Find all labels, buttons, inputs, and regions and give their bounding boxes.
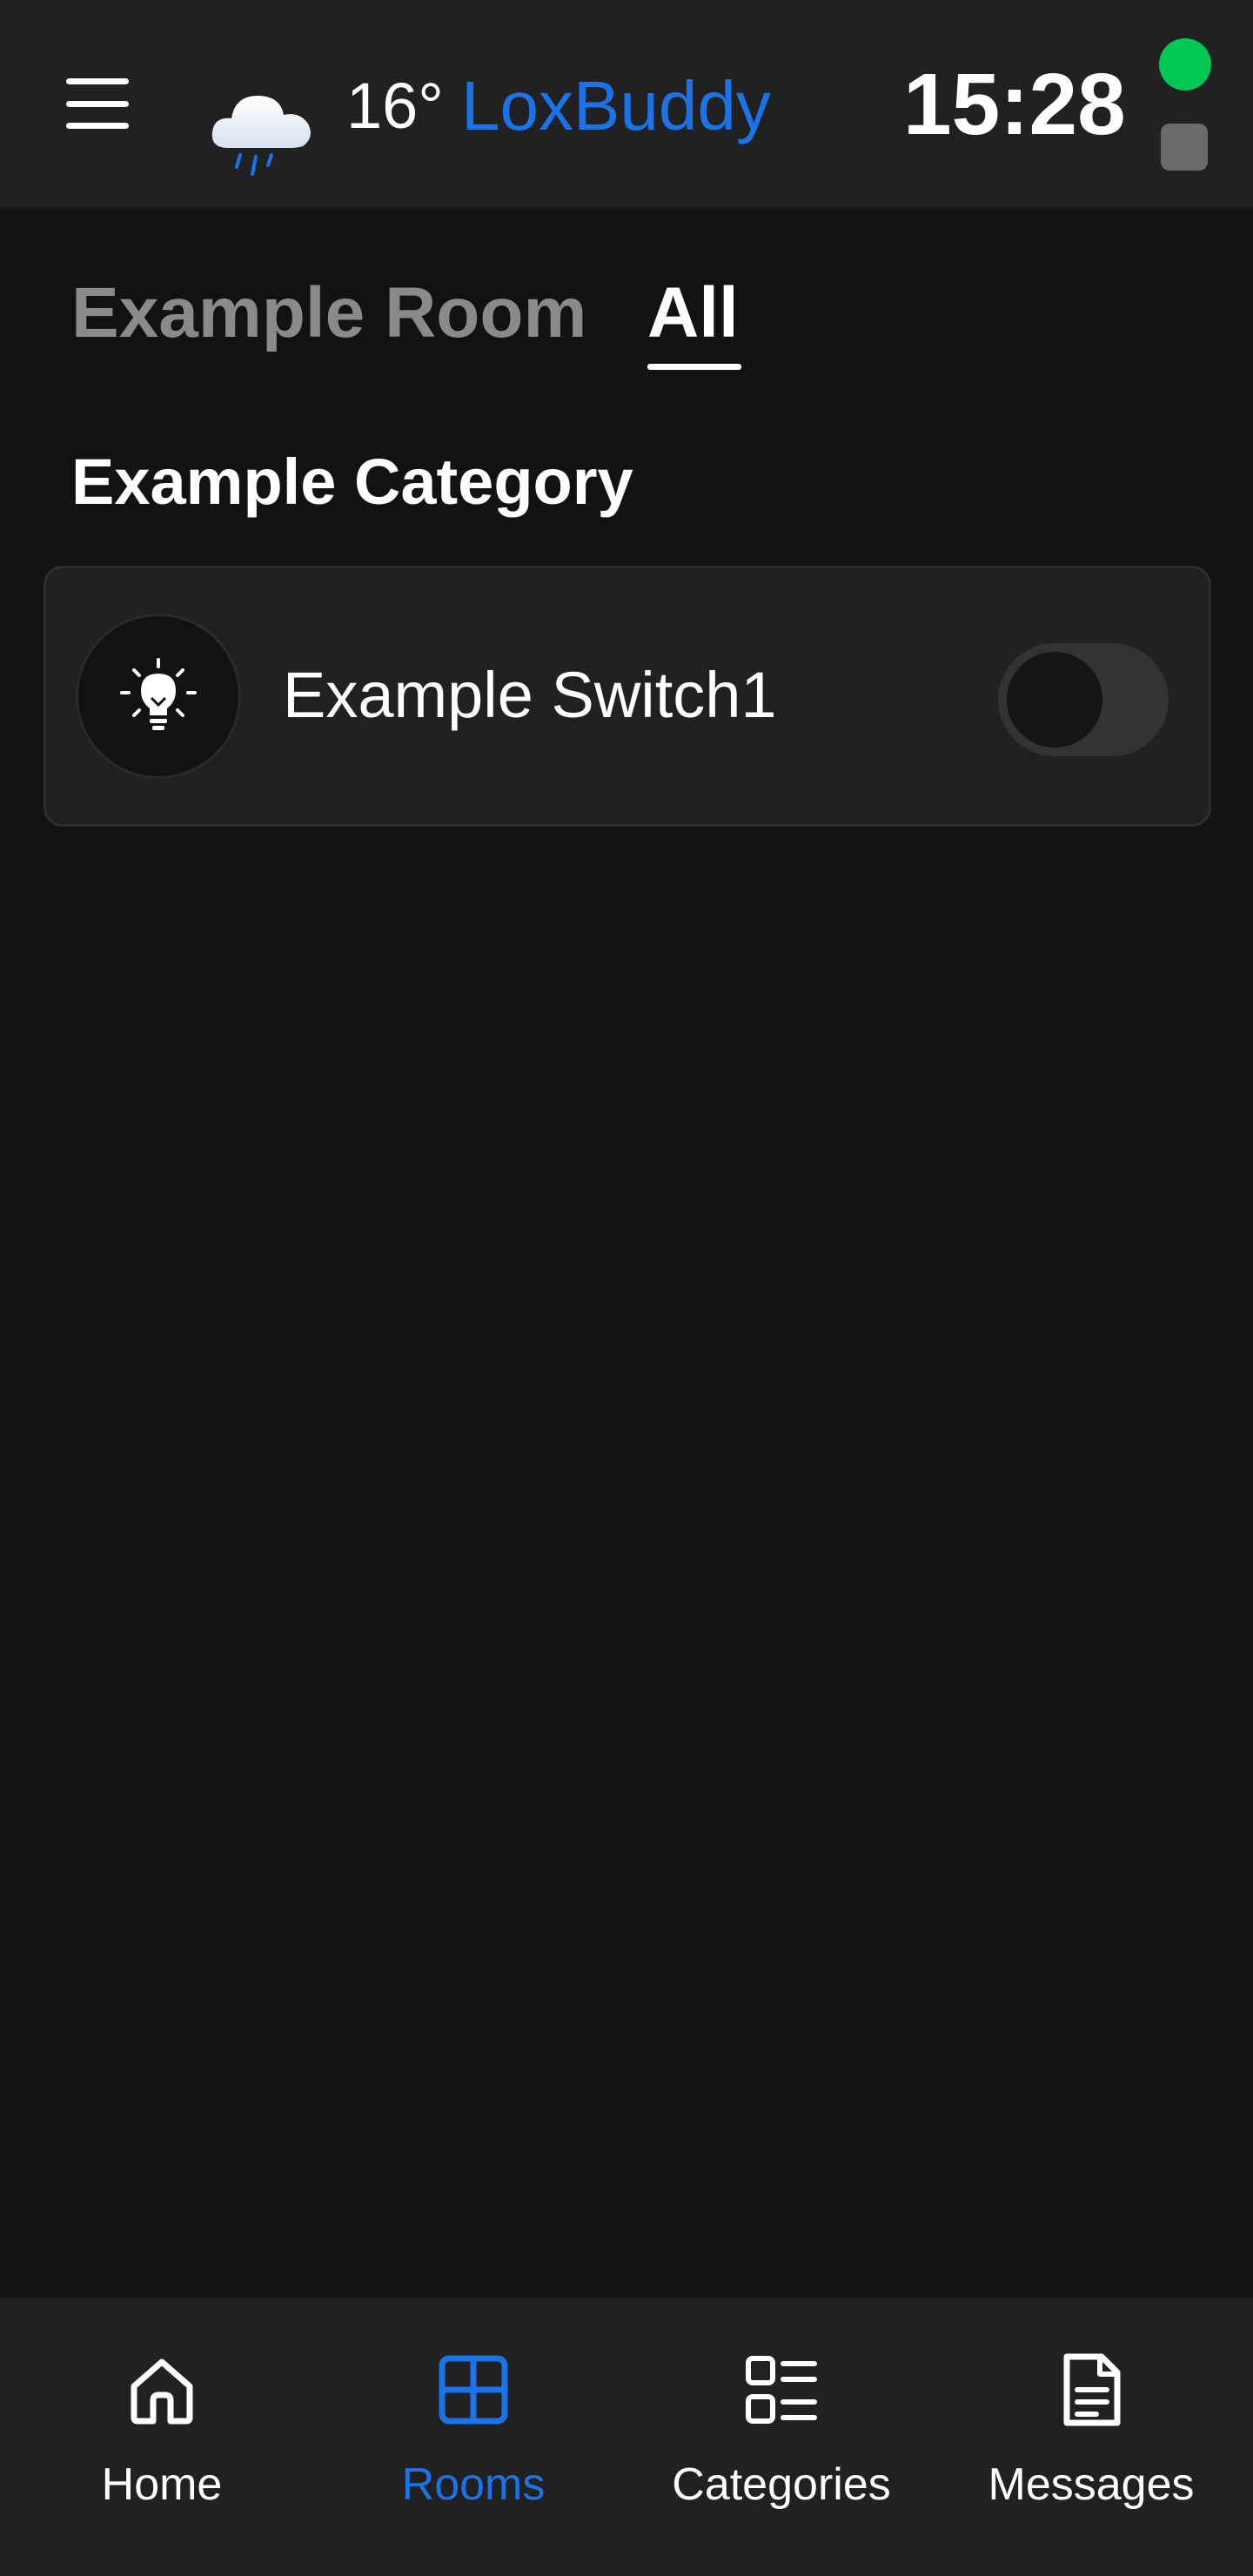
- top-bar: 16° LoxBuddy 15:28: [0, 0, 1253, 209]
- temperature: 16°: [346, 70, 444, 142]
- app-title: LoxBuddy: [461, 67, 771, 144]
- clock: 15:28: [903, 56, 1126, 153]
- nav-home-label: Home: [101, 2459, 223, 2510]
- app-root: 16° LoxBuddy 15:28 Example Room All Exam…: [0, 0, 1253, 2576]
- bottom-navigation: Home Rooms Categories Messages: [0, 2298, 1253, 2576]
- grid-icon: [439, 2355, 508, 2425]
- switch-toggle[interactable]: [998, 643, 1169, 756]
- active-tab-indicator: [647, 364, 741, 370]
- connection-status-dot: [1159, 38, 1211, 91]
- lightbulb-icon: [76, 614, 241, 779]
- tab-all[interactable]: All: [647, 270, 739, 357]
- document-icon: [1063, 2353, 1121, 2426]
- nav-home[interactable]: Home: [5, 2298, 318, 2576]
- category-title: Example Category: [71, 446, 633, 518]
- tab-example-room[interactable]: Example Room: [71, 270, 586, 357]
- menu-icon[interactable]: [52, 66, 143, 141]
- nav-rooms[interactable]: Rooms: [317, 2298, 630, 2576]
- home-icon: [131, 2358, 193, 2425]
- toggle-knob: [1007, 652, 1102, 748]
- list-icon: [746, 2356, 817, 2424]
- rain-cloud-icon: [211, 96, 311, 176]
- switch-card[interactable]: Example Switch1: [44, 566, 1211, 827]
- nav-rooms-label: Rooms: [401, 2459, 546, 2510]
- nav-messages[interactable]: Messages: [935, 2298, 1248, 2576]
- nav-categories-label: Categories: [672, 2459, 891, 2510]
- status-indicator: [1161, 124, 1208, 171]
- nav-categories[interactable]: Categories: [625, 2298, 938, 2576]
- nav-messages-label: Messages: [988, 2459, 1195, 2510]
- switch-label: Example Switch1: [283, 659, 777, 731]
